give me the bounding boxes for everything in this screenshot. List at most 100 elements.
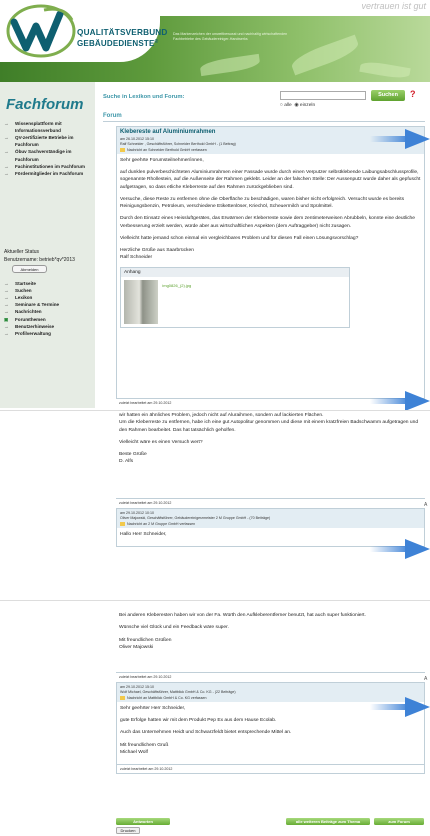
post-paragraph: Sehr geehrte Forumsteilnehmer/innen,	[120, 157, 204, 163]
search-label: Suche in Lexikon und Forum:	[103, 94, 185, 100]
divider	[103, 121, 425, 122]
attachment-label: Anhang	[121, 267, 349, 277]
message-link-label: Nachricht an Schneider Berthold GmbH ver…	[127, 147, 207, 152]
sidebar-title: Fachforum	[6, 96, 84, 113]
post-body: Hallo Herr Schneider,	[117, 528, 424, 546]
page-separator	[0, 600, 430, 601]
radio-all-label: alle	[284, 103, 292, 108]
logo-mark-icon	[6, 4, 76, 58]
post-paragraph: Durch den Einsatz eines Heissluftgerätes…	[120, 216, 415, 229]
logo[interactable]: QUALITÄTSVERBUND GEBÄUDEDIENSTE®	[0, 0, 167, 62]
search-button[interactable]: Suchen	[371, 90, 405, 101]
header-slogan: Das Markenzeichen der umweltbewusst und …	[173, 32, 288, 41]
post-paragraph: wir hatten ein ähnliches Problem, jedoch…	[119, 413, 419, 433]
post-arrow-icon	[405, 391, 430, 411]
sidebar-item-sachverstaendige[interactable]: Öbuv Sachverständige im Fachforum	[4, 148, 92, 162]
sidebar-item-wissensplattform[interactable]: Wissensplattform mit Informationsverbund	[4, 120, 92, 134]
status-title: Aktueller Status	[4, 249, 40, 255]
attachment-box: Anhang img0826_(2).jpg	[120, 266, 350, 328]
page-separator	[0, 410, 430, 411]
radio-single-label: einzeln	[299, 103, 316, 108]
post-arrow-bar	[370, 136, 410, 142]
post-arrow-icon	[405, 129, 430, 149]
post-header: am 29.10.2012 10:10 Oliver Majowski, Ges…	[117, 509, 424, 528]
post-marker: A	[424, 502, 428, 508]
reply-post: wir hatten ein ähnliches Problem, jedoch…	[116, 412, 425, 474]
envelope-icon	[120, 148, 125, 152]
forum-categories: Wissensplattform mit Informationsverbund…	[4, 120, 92, 177]
post-paragraph: Versuche, diese Reste zu entfernen ohne …	[120, 196, 405, 210]
forum-post: Klebereste auf Aluminiumrahmen am 26.10.…	[116, 126, 425, 406]
post-paragraph: gute Erfolge hatten wir mit dem Produkt …	[120, 718, 277, 724]
post-arrow-bar	[370, 704, 410, 710]
post-body: Bei anderen Kleberesten haben wir von de…	[116, 612, 425, 659]
post-arrow-bar	[370, 398, 410, 404]
post-greeting: Hallo Herr Schneider,	[120, 531, 167, 537]
logout-button[interactable]: Abmelden	[12, 265, 47, 273]
post-paragraph: Auch das Unternehmen Heidt und Schwarzfe…	[120, 730, 292, 736]
post-body: wir hatten ein ähnliches Problem, jedoch…	[116, 412, 425, 474]
post-marker: A	[424, 676, 428, 682]
search-input[interactable]	[280, 91, 366, 100]
sidebar-item-foerdermitglieder[interactable]: Fördermitglieder im Fachforum	[4, 170, 92, 177]
post-arrow-bar	[370, 546, 410, 552]
user-status: Aktueller Status Benutzername: betrieb*q…	[4, 248, 75, 264]
post-body: Sehr geehrter Herr Schneider, gute Erfol…	[117, 702, 424, 764]
post-paragraph: Wünsche viel Glück und ein Feedback wäre…	[119, 625, 229, 631]
search-scope: ○ alle ◉ einzeln	[280, 103, 315, 108]
all-posts-button[interactable]: alle weiteren Beiträge zum Thema	[286, 818, 370, 825]
message-link[interactable]: Nachricht an Schneider Berthold GmbH ver…	[120, 148, 421, 152]
attachment-filename[interactable]: img0826_(2).jpg	[162, 283, 191, 289]
message-link[interactable]: Nachricht an 2 M Gruppe GmbH verfassen	[120, 522, 421, 526]
message-link-label: Nachricht an 2 M Gruppe GmbH verfassen	[127, 521, 196, 526]
post-paragraph: Herzliche Grüße aus Saarbrücken Ralf Sch…	[120, 248, 194, 261]
sidebar-item-nachrichten[interactable]: Nachrichten	[4, 308, 92, 315]
reply-post: Bei anderen Kleberesten haben wir von de…	[116, 612, 425, 659]
sidebar-item-benutzerhinweise[interactable]: Benutzerhinweise	[4, 323, 92, 330]
post-header: am 29.10.2012 15:10 Wolf Michael, Geschä…	[117, 683, 424, 702]
site-header: QUALITÄTSVERBUND GEBÄUDEDIENSTE® vertrau…	[0, 0, 430, 82]
sidebar-item-startseite[interactable]: Startseite	[4, 280, 92, 287]
sidebar-item-qv-betriebe[interactable]: QV-zertifizierte Betriebe im Fachforum	[4, 134, 92, 148]
forum-heading: Forum	[103, 113, 122, 119]
main-content: Suche in Lexikon und Forum: Suchen ? ○ a…	[95, 82, 430, 408]
attachment-thumbnail[interactable]	[124, 279, 158, 324]
post-edited: zuletzt bearbeitet am 29.10.2012	[116, 672, 425, 681]
post-edited: zuletzt bearbeitet am 29.10.2012	[117, 764, 424, 774]
topic-title: Klebereste auf Aluminiumrahmen	[120, 129, 216, 135]
post-paragraph: Bei anderen Kleberesten haben wir von de…	[119, 613, 366, 618]
post-paragraph: auf dunklen pulverbeschichteten Aluminiu…	[120, 170, 421, 190]
to-forum-button[interactable]: zum Forum	[374, 818, 424, 825]
envelope-icon	[120, 522, 125, 526]
sidebar-item-lexikon[interactable]: Lexikon	[4, 294, 92, 301]
sidebar-item-seminare[interactable]: Seminare & Termine	[4, 301, 92, 308]
message-link-label: Nachricht an Mattblick GmbH & Co. KG ver…	[127, 695, 207, 700]
post-paragraph: Mit freundlichen Grüßen Oliver Majowski	[119, 637, 172, 650]
envelope-icon	[120, 696, 125, 700]
print-button[interactable]: Drucken	[116, 827, 140, 834]
post-arrow-icon	[405, 539, 430, 559]
post-body: Sehr geehrte Forumsteilnehmer/innen, auf…	[117, 154, 424, 335]
post-paragraph: Vielleicht wäre es einen Versuch wert?	[119, 439, 203, 445]
reply-post: am 29.10.2012 15:10 Wolf Michael, Geschä…	[116, 682, 425, 775]
username-label: Benutzername: betrieb*qv*2013	[4, 257, 75, 263]
help-icon[interactable]: ?	[410, 89, 416, 99]
main-navigation: Startseite Suchen Lexikon Seminare & Ter…	[4, 280, 92, 337]
sidebar-item-fachinstitutionen[interactable]: Fachinstitutionen im Fachforum	[4, 163, 92, 170]
post-edited: zuletzt bearbeitet am 29.10.2012	[116, 498, 425, 507]
logo-line2-text: GEBÄUDEDIENSTE	[77, 39, 155, 48]
sidebar-item-forumthemen[interactable]: Forumthemen	[4, 316, 92, 323]
post-paragraph: Beste Grüße D. Alfs	[119, 452, 147, 465]
post-paragraph: Vielleicht hatte jemand schon einmal ein…	[120, 235, 359, 241]
message-link[interactable]: Nachricht an Mattblick GmbH & Co. KG ver…	[120, 696, 421, 700]
sidebar-item-suchen[interactable]: Suchen	[4, 287, 92, 294]
reply-button[interactable]: Antworten	[116, 818, 170, 825]
sidebar-item-profilverwaltung[interactable]: Profilverwaltung	[4, 330, 92, 337]
radio-all[interactable]: ○ alle	[280, 103, 292, 108]
post-meta: am 29.10.2012 10:10 Oliver Majowski, Ges…	[120, 511, 421, 522]
radio-single[interactable]: ◉ einzeln	[294, 103, 315, 108]
reply-post: am 29.10.2012 10:10 Oliver Majowski, Ges…	[116, 508, 425, 548]
sidebar: Fachforum Wissensplattform mit Informati…	[0, 82, 95, 408]
tagline: vertrauen ist gut	[361, 1, 426, 11]
logo-line1: QUALITÄTSVERBUND	[77, 28, 168, 37]
